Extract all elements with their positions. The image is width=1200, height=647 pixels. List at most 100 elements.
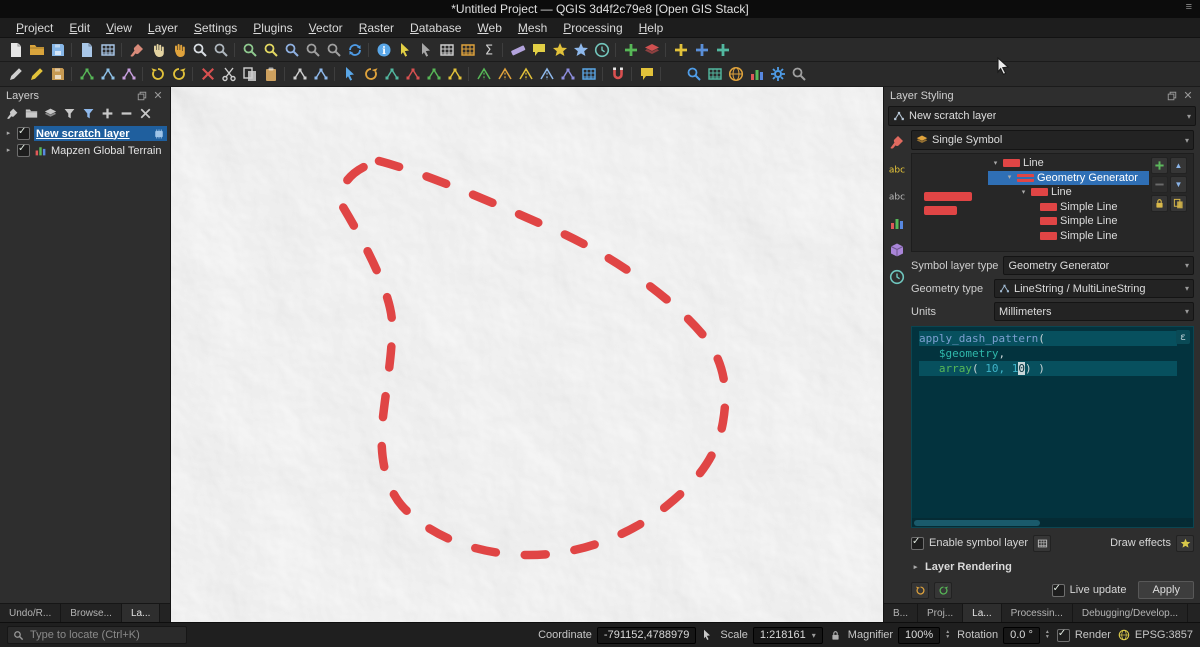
add-raster-layer-button[interactable] <box>691 40 712 60</box>
data-source-manager-button[interactable] <box>641 40 662 60</box>
duplicate-symbol-layer-button[interactable] <box>1170 195 1187 212</box>
open-project-button[interactable] <box>26 40 47 60</box>
snapping-options-button[interactable] <box>607 64 628 84</box>
zoom-in-button[interactable] <box>189 40 210 60</box>
layer-visibility-checkbox[interactable] <box>17 144 30 157</box>
offset-curve-button[interactable] <box>494 64 515 84</box>
elevation-profile-button[interactable] <box>746 64 767 84</box>
expand-all-button[interactable] <box>98 105 116 121</box>
lock-color-button[interactable] <box>1151 195 1168 212</box>
processing-toolbox-button[interactable] <box>767 64 788 84</box>
move-up-button[interactable]: ▲ <box>1170 157 1187 174</box>
styling-tab-history[interactable] <box>887 267 907 287</box>
new-project-button[interactable] <box>5 40 26 60</box>
redo-button[interactable] <box>168 64 189 84</box>
dock-tab-la[interactable]: La... <box>963 604 1001 622</box>
style-undo-button[interactable] <box>911 582 929 599</box>
expander-icon[interactable] <box>1005 173 1014 182</box>
enable-symbol-layer-checkbox[interactable] <box>911 537 924 550</box>
layer-rendering-section[interactable]: Layer Rendering <box>911 561 1194 573</box>
georeferencer-button[interactable] <box>725 64 746 84</box>
window-menu-icon[interactable]: ≡ <box>1186 1 1192 13</box>
geometry-type-select[interactable]: LineString / MultiLineString <box>994 279 1194 298</box>
menu-help[interactable]: Help <box>631 20 672 36</box>
expander-icon[interactable] <box>1019 188 1028 197</box>
digitize-with-curve-button[interactable] <box>97 64 118 84</box>
current-edits-button[interactable] <box>5 64 26 84</box>
symbol-mode-select[interactable]: Single Symbol <box>911 130 1194 150</box>
move-down-button[interactable]: ▼ <box>1170 176 1187 193</box>
menu-vector[interactable]: Vector <box>301 20 351 36</box>
open-layer-styling-panel-button[interactable] <box>3 105 21 121</box>
dock-tab-browse[interactable]: Browse... <box>61 604 122 622</box>
units-select[interactable]: Millimeters <box>994 302 1194 321</box>
editor-horizontal-scrollbar[interactable] <box>912 518 1193 527</box>
magnifier-spinbox[interactable]: 100% <box>898 627 940 644</box>
style-manager-button[interactable] <box>126 40 147 60</box>
apply-button[interactable]: Apply <box>1138 581 1194 599</box>
tree-node-geometry-generator[interactable]: Geometry Generator <box>988 171 1149 186</box>
expander-icon[interactable] <box>4 129 13 138</box>
menu-plugins[interactable]: Plugins <box>245 20 300 36</box>
vertex-tool-button[interactable] <box>310 64 331 84</box>
dock-tab-undor[interactable]: Undo/R... <box>0 604 61 622</box>
dock-tab-proj[interactable]: Proj... <box>918 604 963 622</box>
menu-web[interactable]: Web <box>469 20 509 36</box>
menu-mesh[interactable]: Mesh <box>510 20 555 36</box>
tree-node-line[interactable]: Line <box>988 156 1149 171</box>
metasearch-button[interactable] <box>683 64 704 84</box>
map-canvas[interactable] <box>171 87 883 622</box>
styling-tab-3d-view[interactable] <box>887 240 907 260</box>
open-attribute-table-button[interactable] <box>436 40 457 60</box>
zoom-to-layer-button[interactable] <box>281 40 302 60</box>
show-layout-manager-button[interactable] <box>97 40 118 60</box>
styling-tab-symbology[interactable] <box>887 132 907 152</box>
modify-attributes-button[interactable] <box>578 64 599 84</box>
zoom-last-button[interactable] <box>302 40 323 60</box>
simplify-feature-button[interactable] <box>381 64 402 84</box>
zoom-to-selection-button[interactable] <box>260 40 281 60</box>
expander-icon[interactable] <box>4 146 13 155</box>
map-tips-button[interactable] <box>528 40 549 60</box>
remove-layer-button[interactable] <box>136 105 154 121</box>
tree-node-simple-line-2[interactable]: Simple Line <box>988 214 1149 229</box>
temporal-controller-button[interactable] <box>591 40 612 60</box>
layer-visibility-checkbox[interactable] <box>17 127 30 140</box>
live-update-checkbox[interactable] <box>1052 584 1065 597</box>
copy-features-button[interactable] <box>239 64 260 84</box>
render-checkbox[interactable] <box>1057 629 1070 642</box>
menu-view[interactable]: View <box>98 20 140 36</box>
deselect-features-button[interactable] <box>415 40 436 60</box>
mouse-position-toggle-icon[interactable] <box>701 629 713 641</box>
collapse-arrow-icon[interactable] <box>911 563 920 572</box>
scale-combo[interactable]: 1:218161 <box>753 627 823 644</box>
add-mesh-layer-button[interactable] <box>712 40 733 60</box>
pan-map-button[interactable] <box>147 40 168 60</box>
measure-line-button[interactable] <box>507 40 528 60</box>
add-symbol-layer-button[interactable] <box>1151 157 1168 174</box>
vertex-tool-all-layers-button[interactable] <box>289 64 310 84</box>
data-defined-override-button[interactable] <box>1033 535 1051 552</box>
spin-arrows-icon[interactable]: ▲▼ <box>1045 630 1050 640</box>
add-vector-layer-button[interactable] <box>670 40 691 60</box>
scrollbar-thumb[interactable] <box>914 520 1040 526</box>
expression-editor[interactable]: apply_dash_pattern( $geometry, array( 10… <box>911 326 1194 528</box>
dock-tab-processin[interactable]: Processin... <box>1002 604 1073 622</box>
dock-tab-b[interactable]: B... <box>884 604 918 622</box>
stream-digitizing-button[interactable] <box>118 64 139 84</box>
reshape-features-button[interactable] <box>473 64 494 84</box>
layer-item-new-scratch-layer[interactable]: New scratch layer <box>0 125 170 142</box>
mesh-digitizing-button[interactable] <box>704 64 725 84</box>
menu-processing[interactable]: Processing <box>555 20 630 36</box>
osm-place-search-button[interactable] <box>788 64 809 84</box>
locator-input[interactable] <box>28 628 181 642</box>
magnifier-lock-icon[interactable] <box>830 630 841 641</box>
paste-features-button[interactable] <box>260 64 281 84</box>
remove-symbol-layer-button[interactable] <box>1151 176 1168 193</box>
coordinate-value-box[interactable]: -791152,4788979 <box>597 627 696 644</box>
add-part-button[interactable] <box>423 64 444 84</box>
show-bookmarks-button[interactable] <box>570 40 591 60</box>
filter-legend-button[interactable] <box>60 105 78 121</box>
spin-arrows-icon[interactable]: ▲▼ <box>945 630 950 640</box>
undo-button[interactable] <box>147 64 168 84</box>
